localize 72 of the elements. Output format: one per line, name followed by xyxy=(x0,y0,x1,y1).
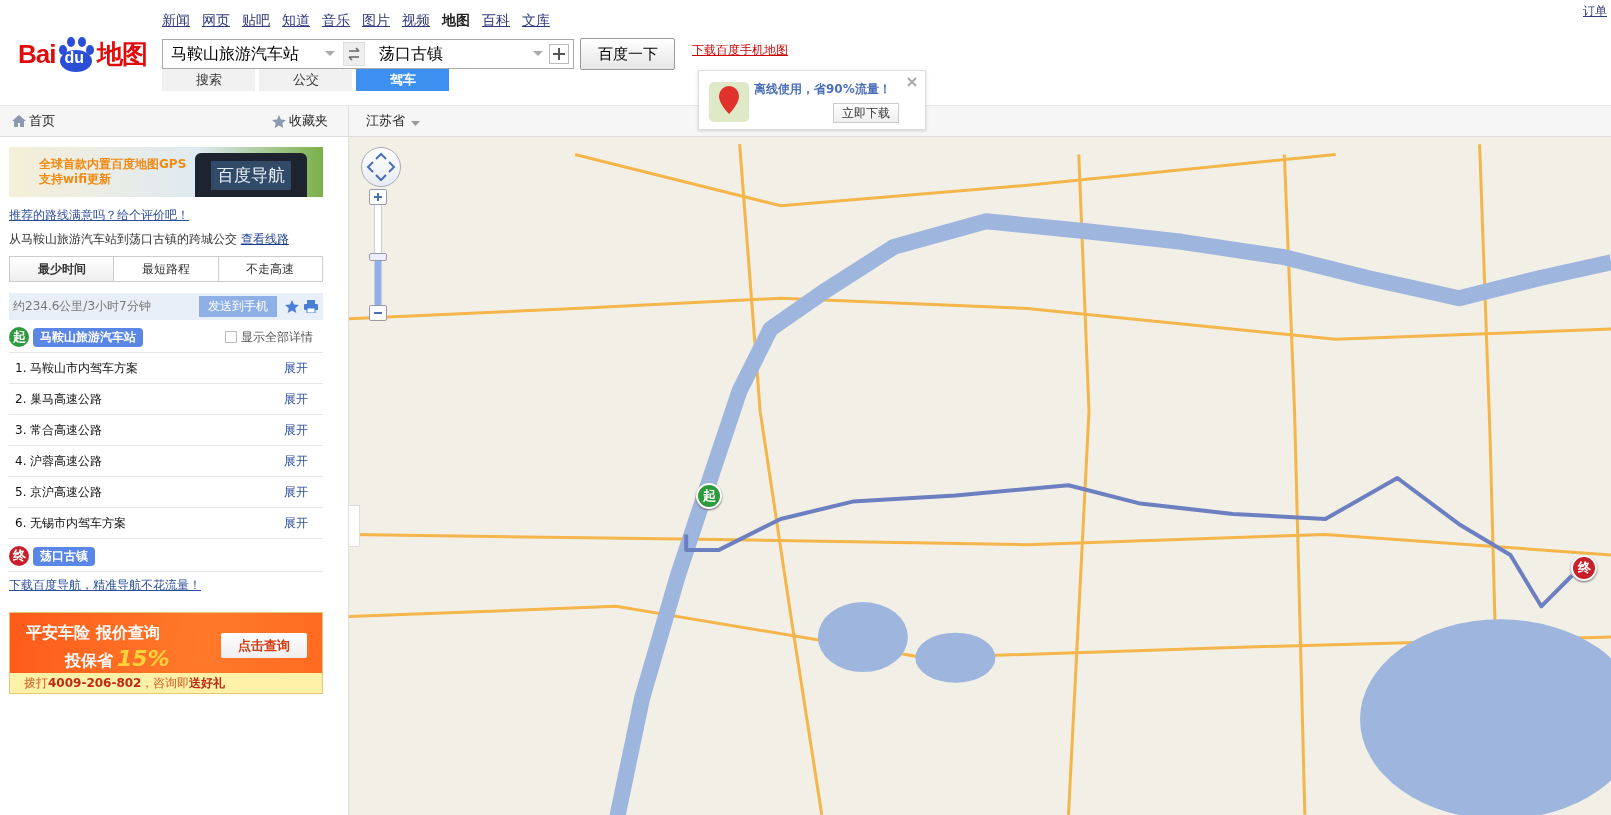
expand-link[interactable]: 展开 xyxy=(284,483,308,501)
ad-headline: 平安车险 报价查询 xyxy=(26,623,160,644)
map-pin-app-icon xyxy=(709,82,749,125)
expand-link[interactable]: 展开 xyxy=(284,390,308,408)
ad-discount: 15% xyxy=(117,646,170,671)
mode-tab[interactable]: 搜索 xyxy=(162,69,255,91)
origin-field[interactable]: 马鞍山旅游汽车站 xyxy=(163,44,323,64)
favorites-link[interactable]: 收藏夹 xyxy=(272,112,328,130)
route-step-text: 5. 京沪高速公路 xyxy=(15,483,104,501)
nav-link[interactable]: 音乐 xyxy=(322,12,350,30)
insurance-ad-banner[interactable]: 平安车险 报价查询 投保省 15% 点击查询 拨打4009-206-802，咨询即送好礼 xyxy=(9,612,323,694)
nav-link[interactable]: 地图 xyxy=(442,12,470,30)
route-step-text: 2. 巢马高速公路 xyxy=(15,390,104,408)
logo-text: Bai xyxy=(18,38,56,70)
route-distance-time: 约234.6公里/3小时7分钟 xyxy=(13,298,152,315)
navigation-download-link[interactable]: 下载百度导航，精准导航不花流量！ xyxy=(9,577,323,594)
zoom-in-button[interactable] xyxy=(369,189,387,205)
route-step-text: 1. 马鞍山市内驾车方案 xyxy=(15,359,140,377)
route-step-text: 3. 常合高速公路 xyxy=(15,421,104,439)
collapse-sidebar-handle[interactable] xyxy=(349,505,360,547)
expand-link[interactable]: 展开 xyxy=(284,514,308,532)
navigation-ad-banner[interactable]: 全球首款内置百度地图GPS 支持wifi更新 百度导航 xyxy=(9,147,323,197)
nav-link[interactable]: 新闻 xyxy=(162,12,190,30)
star-icon xyxy=(272,114,286,128)
destination-field[interactable]: 荡口古镇 xyxy=(371,44,531,64)
transit-note-text: 从马鞍山旅游汽车站到荡口古镇的跨城公交 xyxy=(9,232,238,246)
logo-text: 地图 xyxy=(97,37,148,71)
print-icon[interactable] xyxy=(304,300,318,313)
mode-tab[interactable]: 公交 xyxy=(259,69,352,91)
home-icon xyxy=(12,115,26,127)
banner-product-text: 百度导航 xyxy=(211,160,291,190)
home-link[interactable]: 首页 xyxy=(12,112,55,130)
province-dropdown[interactable]: 江苏省 xyxy=(366,112,420,130)
banner-text: 支持wifi更新 xyxy=(39,172,113,187)
zoom-slider-thumb[interactable] xyxy=(369,253,387,261)
nav-link[interactable]: 图片 xyxy=(362,12,390,30)
nav-link[interactable]: 知道 xyxy=(282,12,310,30)
show-details-checkbox[interactable]: 显示全部详情 xyxy=(225,328,313,346)
checkbox[interactable] xyxy=(225,331,237,343)
nav-link[interactable]: 文库 xyxy=(522,12,550,30)
expand-link[interactable]: 展开 xyxy=(284,359,308,377)
nav-link[interactable]: 百科 xyxy=(482,12,510,30)
feedback-link[interactable]: 推荐的路线满意吗？给个评价吧！ xyxy=(9,208,189,222)
star-icon[interactable] xyxy=(285,300,299,313)
popup-text: 离线使用，省90%流量！ xyxy=(754,81,891,98)
banner-text: 全球首款内置百度地图GPS xyxy=(39,157,187,172)
start-marker: 起 xyxy=(696,483,723,510)
ad-footer-text: 拨打4009-206-802，咨询即送好礼 xyxy=(10,673,322,693)
end-marker: 终 xyxy=(1571,555,1598,581)
nav-link[interactable]: 贴吧 xyxy=(242,12,270,30)
start-point-label: 马鞍山旅游汽车站 xyxy=(33,327,143,347)
end-point-label: 荡口古镇 xyxy=(33,546,95,566)
nav-link[interactable]: 视频 xyxy=(402,12,430,30)
expand-link[interactable]: 展开 xyxy=(284,421,308,439)
pan-control[interactable] xyxy=(361,147,401,187)
account-link[interactable]: 订单 xyxy=(1583,3,1607,20)
caret-icon xyxy=(411,120,420,126)
download-now-button[interactable]: 立即下载 xyxy=(833,103,899,123)
ad-subline: 投保省 xyxy=(65,651,113,672)
swap-icon[interactable] xyxy=(343,42,365,66)
end-badge: 终 xyxy=(9,546,29,566)
search-button[interactable]: 百度一下 xyxy=(580,38,675,70)
expand-link[interactable]: 展开 xyxy=(284,452,308,470)
start-badge: 起 xyxy=(9,327,29,347)
route-step-text: 4. 沪蓉高速公路 xyxy=(15,452,104,470)
app-download-link[interactable]: 下载百度手机地图 xyxy=(692,42,788,59)
nav-link[interactable]: 网页 xyxy=(202,12,230,30)
ad-query-button[interactable]: 点击查询 xyxy=(221,633,307,658)
route-step-text: 6. 无锡市内驾车方案 xyxy=(15,514,128,532)
view-route-link[interactable]: 查看线路 xyxy=(240,232,289,246)
add-waypoint-icon[interactable] xyxy=(549,44,569,64)
zoom-out-button[interactable] xyxy=(369,305,387,321)
